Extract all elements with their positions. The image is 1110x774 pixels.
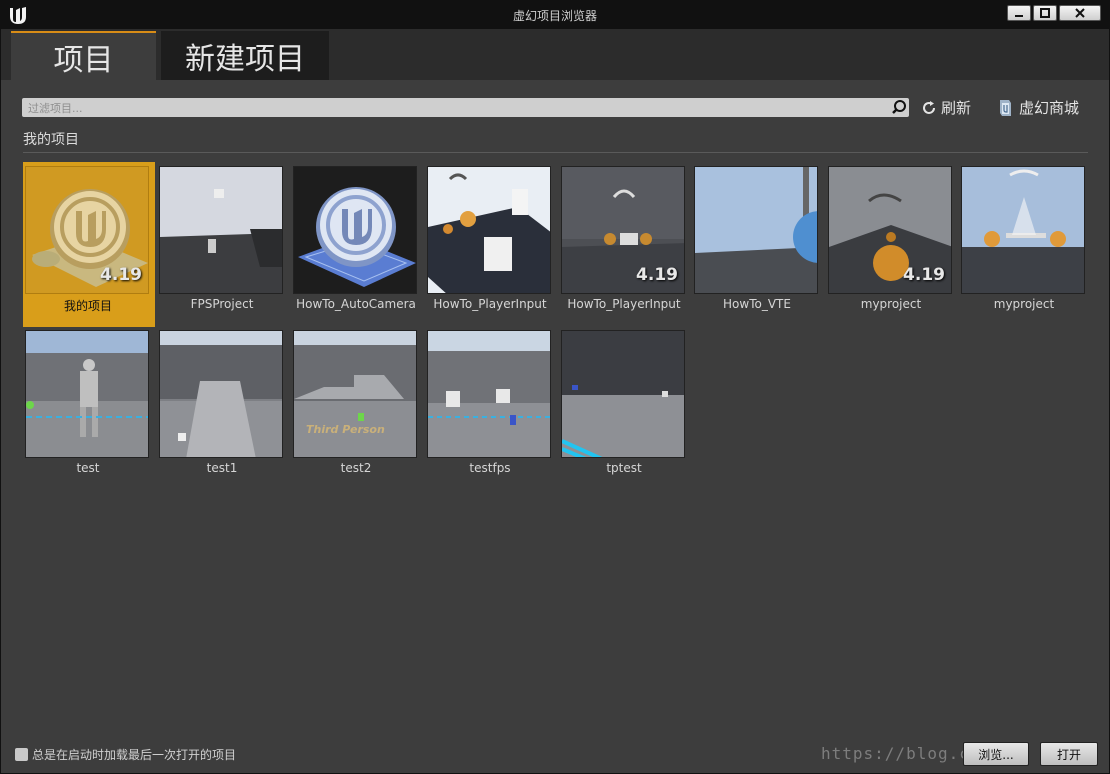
project-thumbnail <box>694 166 818 294</box>
project-tile[interactable]: 4.19 我的项目 <box>23 162 155 327</box>
engine-version: 4.19 <box>903 265 945 285</box>
project-thumbnail <box>427 330 551 458</box>
autoload-label: 总是在启动时加载最后一次打开的项目 <box>32 748 237 762</box>
project-name: myproject <box>993 297 1055 311</box>
project-thumbnail <box>561 330 685 458</box>
maximize-icon <box>1040 8 1050 18</box>
refresh-button[interactable]: 刷新 <box>921 97 971 118</box>
project-thumbnail <box>427 166 551 294</box>
project-thumbnail <box>25 330 149 458</box>
project-tile[interactable]: 4.19 HowTo_PlayerInput <box>559 162 691 327</box>
tab-projects[interactable]: 项目 <box>11 31 156 80</box>
project-thumbnail <box>961 166 1085 294</box>
marketplace-icon <box>1000 99 1011 116</box>
project-tile[interactable]: test1 <box>157 326 289 491</box>
project-name: HowTo_PlayerInput <box>567 297 681 311</box>
project-name: 我的项目 <box>63 299 112 313</box>
tab-bar: 项目 新建项目 <box>1 29 1109 80</box>
project-browser-window: 虚幻项目浏览器 项目 新建项目 过滤项目... 刷新 虚幻商城 我的项目 4.1… <box>0 0 1110 774</box>
project-name: FPSProject <box>190 297 254 311</box>
marketplace-label: 虚幻商城 <box>1019 99 1080 117</box>
project-name: tptest <box>606 461 642 475</box>
project-tile[interactable]: HowTo_AutoCamera <box>291 162 423 327</box>
project-thumbnail <box>293 166 417 294</box>
project-thumbnail: Third Person <box>293 330 417 458</box>
unreal-coin-icon <box>298 187 416 287</box>
project-tile[interactable]: testfps <box>425 326 557 491</box>
minimize-button[interactable] <box>1007 5 1031 21</box>
section-divider <box>23 152 1088 153</box>
refresh-label: 刷新 <box>941 99 972 117</box>
marketplace-button[interactable]: 虚幻商城 <box>997 97 1079 118</box>
search-icon <box>892 100 906 114</box>
project-tile[interactable]: HowTo_VTE <box>692 162 824 327</box>
project-tile[interactable]: test <box>23 326 155 491</box>
project-thumbnail: 4.19 <box>828 166 952 294</box>
project-name: testfps <box>469 461 511 475</box>
project-thumbnail: 4.19 <box>25 166 149 294</box>
project-tile[interactable]: HowTo_PlayerInput <box>425 162 557 327</box>
open-button[interactable]: 打开 <box>1040 742 1098 766</box>
project-thumbnail <box>159 330 283 458</box>
minimize-icon <box>1015 15 1023 17</box>
title-bar[interactable]: 虚幻项目浏览器 <box>1 1 1109 29</box>
project-thumbnail <box>159 166 283 294</box>
window-controls <box>1007 5 1101 21</box>
engine-version: 4.19 <box>636 265 678 285</box>
project-name: myproject <box>860 297 922 311</box>
project-tile[interactable]: Third Person test2 <box>291 326 423 491</box>
project-name: test1 <box>206 461 238 475</box>
project-name: test2 <box>340 461 372 475</box>
window-title: 虚幻项目浏览器 <box>512 9 597 23</box>
project-tile[interactable]: tptest <box>559 326 691 491</box>
close-icon <box>1075 8 1085 18</box>
close-button[interactable] <box>1059 5 1101 21</box>
project-name: HowTo_PlayerInput <box>433 297 547 311</box>
tab-new-project[interactable]: 新建项目 <box>161 31 329 80</box>
project-name: HowTo_VTE <box>723 297 791 311</box>
search-placeholder: 过滤项目... <box>28 102 83 115</box>
project-name: HowTo_AutoCamera <box>296 297 416 311</box>
third-person-overlay: Third Person <box>306 423 385 436</box>
project-tile[interactable]: 4.19 myproject <box>826 162 958 327</box>
autoload-checkbox[interactable] <box>15 748 28 761</box>
browse-button[interactable]: 浏览... <box>963 742 1029 766</box>
autoload-option[interactable]: 总是在启动时加载最后一次打开的项目 <box>15 746 236 763</box>
watermark-text: https://blog.c <box>821 744 970 763</box>
project-tile[interactable]: FPSProject <box>157 162 289 327</box>
project-thumbnail: 4.19 <box>561 166 685 294</box>
project-tile[interactable]: myproject <box>959 162 1091 327</box>
refresh-icon <box>923 100 935 114</box>
project-name: test <box>76 461 100 475</box>
section-title: 我的项目 <box>23 132 79 148</box>
maximize-button[interactable] <box>1033 5 1057 21</box>
engine-version: 4.19 <box>100 265 142 285</box>
search-input[interactable]: 过滤项目... <box>22 98 909 117</box>
